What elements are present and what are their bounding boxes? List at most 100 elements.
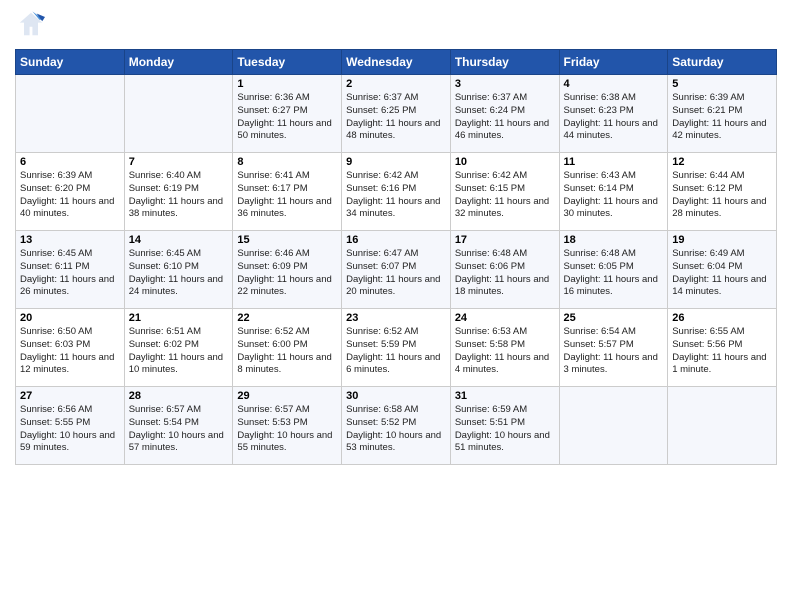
calendar-cell: 30Sunrise: 6:58 AM Sunset: 5:52 PM Dayli… xyxy=(342,387,451,465)
day-number: 11 xyxy=(564,156,664,168)
page: SundayMondayTuesdayWednesdayThursdayFrid… xyxy=(0,0,792,612)
day-info: Sunrise: 6:48 AM Sunset: 6:05 PM Dayligh… xyxy=(564,248,664,299)
calendar-cell: 24Sunrise: 6:53 AM Sunset: 5:58 PM Dayli… xyxy=(450,309,559,387)
day-info: Sunrise: 6:45 AM Sunset: 6:10 PM Dayligh… xyxy=(129,248,229,299)
weekday-header-sunday: Sunday xyxy=(16,50,125,75)
day-info: Sunrise: 6:39 AM Sunset: 6:20 PM Dayligh… xyxy=(20,170,120,221)
logo-icon xyxy=(17,10,45,38)
day-info: Sunrise: 6:36 AM Sunset: 6:27 PM Dayligh… xyxy=(237,92,337,143)
day-info: Sunrise: 6:51 AM Sunset: 6:02 PM Dayligh… xyxy=(129,326,229,377)
day-info: Sunrise: 6:41 AM Sunset: 6:17 PM Dayligh… xyxy=(237,170,337,221)
day-info: Sunrise: 6:43 AM Sunset: 6:14 PM Dayligh… xyxy=(564,170,664,221)
calendar-cell: 31 Sunrise: 6:59 AM Sunset: 5:51 PM Dayli… xyxy=(450,387,559,465)
day-number: 6 xyxy=(20,156,120,168)
day-number: 3 xyxy=(455,78,555,90)
calendar-cell: 29 Sunrise: 6:57 AM Sunset: 5:53 PM Dayli… xyxy=(233,387,342,465)
day-number: 22 xyxy=(237,312,337,324)
calendar-cell: 23 Sunrise: 6:52 AM Sunset: 5:59 PM Dayli… xyxy=(342,309,451,387)
day-info: Sunrise: 6:45 AM Sunset: 6:11 PM Dayligh… xyxy=(20,248,120,299)
calendar-cell: 14 Sunrise: 6:45 AM Sunset: 6:10 PM Dayli… xyxy=(124,231,233,309)
day-info: Sunrise: 6:46 AM Sunset: 6:09 PM Dayligh… xyxy=(237,248,337,299)
weekday-header-wednesday: Wednesday xyxy=(342,50,451,75)
day-number: 31 xyxy=(455,390,555,402)
weekday-header-thursday: Thursday xyxy=(450,50,559,75)
day-number: 5 xyxy=(672,78,772,90)
calendar-cell xyxy=(124,75,233,153)
calendar-cell: 3 Sunrise: 6:37 AM Sunset: 6:24 PM Daylig… xyxy=(450,75,559,153)
day-number: 12 xyxy=(672,156,772,168)
weekday-header-monday: Monday xyxy=(124,50,233,75)
calendar-cell xyxy=(668,387,777,465)
calendar-cell: 4 Sunrise: 6:38 AM Sunset: 6:23 PM Daylig… xyxy=(559,75,668,153)
calendar-cell: 16Sunrise: 6:47 AM Sunset: 6:07 PM Dayli… xyxy=(342,231,451,309)
calendar-cell: 28 Sunrise: 6:57 AM Sunset: 5:54 PM Dayli… xyxy=(124,387,233,465)
weekday-header-friday: Friday xyxy=(559,50,668,75)
calendar-cell: 17 Sunrise: 6:48 AM Sunset: 6:06 PM Dayli… xyxy=(450,231,559,309)
header xyxy=(15,10,777,43)
day-number: 4 xyxy=(564,78,664,90)
day-info: Sunrise: 6:53 AM Sunset: 5:58 PM Dayligh… xyxy=(455,326,555,377)
day-info: Sunrise: 6:37 AM Sunset: 6:25 PM Dayligh… xyxy=(346,92,446,143)
day-number: 25 xyxy=(564,312,664,324)
calendar-cell: 10Sunrise: 6:42 AM Sunset: 6:15 PM Dayli… xyxy=(450,153,559,231)
calendar-cell xyxy=(16,75,125,153)
calendar-header-row: SundayMondayTuesdayWednesdayThursdayFrid… xyxy=(16,50,777,75)
day-number: 19 xyxy=(672,234,772,246)
day-number: 14 xyxy=(129,234,229,246)
day-info: Sunrise: 6:37 AM Sunset: 6:24 PM Dayligh… xyxy=(455,92,555,143)
day-number: 23 xyxy=(346,312,446,324)
calendar-cell: 18 Sunrise: 6:48 AM Sunset: 6:05 PM Dayli… xyxy=(559,231,668,309)
calendar-cell: 12 Sunrise: 6:44 AM Sunset: 6:12 PM Dayli… xyxy=(668,153,777,231)
day-info: Sunrise: 6:40 AM Sunset: 6:19 PM Dayligh… xyxy=(129,170,229,221)
calendar-cell: 1 Sunrise: 6:36 AM Sunset: 6:27 PM Daylig… xyxy=(233,75,342,153)
day-number: 10 xyxy=(455,156,555,168)
calendar-week-4: 20 Sunrise: 6:50 AM Sunset: 6:03 PM Dayli… xyxy=(16,309,777,387)
day-info: Sunrise: 6:42 AM Sunset: 6:16 PM Dayligh… xyxy=(346,170,446,221)
calendar-cell: 7 Sunrise: 6:40 AM Sunset: 6:19 PM Daylig… xyxy=(124,153,233,231)
day-number: 20 xyxy=(20,312,120,324)
calendar-cell: 19 Sunrise: 6:49 AM Sunset: 6:04 PM Dayli… xyxy=(668,231,777,309)
day-number: 28 xyxy=(129,390,229,402)
calendar-cell: 8Sunrise: 6:41 AM Sunset: 6:17 PM Daylig… xyxy=(233,153,342,231)
day-info: Sunrise: 6:58 AM Sunset: 5:52 PM Dayligh… xyxy=(346,404,446,455)
day-info: Sunrise: 6:57 AM Sunset: 5:54 PM Dayligh… xyxy=(129,404,229,455)
day-info: Sunrise: 6:39 AM Sunset: 6:21 PM Dayligh… xyxy=(672,92,772,143)
day-info: Sunrise: 6:56 AM Sunset: 5:55 PM Dayligh… xyxy=(20,404,120,455)
calendar-cell: 2 Sunrise: 6:37 AM Sunset: 6:25 PM Daylig… xyxy=(342,75,451,153)
calendar-cell: 27 Sunrise: 6:56 AM Sunset: 5:55 PM Dayli… xyxy=(16,387,125,465)
day-info: Sunrise: 6:49 AM Sunset: 6:04 PM Dayligh… xyxy=(672,248,772,299)
day-number: 26 xyxy=(672,312,772,324)
day-number: 1 xyxy=(237,78,337,90)
calendar-cell: 13 Sunrise: 6:45 AM Sunset: 6:11 PM Dayli… xyxy=(16,231,125,309)
day-number: 29 xyxy=(237,390,337,402)
calendar-cell: 11 Sunrise: 6:43 AM Sunset: 6:14 PM Dayli… xyxy=(559,153,668,231)
calendar-cell: 9Sunrise: 6:42 AM Sunset: 6:16 PM Daylig… xyxy=(342,153,451,231)
calendar-week-3: 13 Sunrise: 6:45 AM Sunset: 6:11 PM Dayli… xyxy=(16,231,777,309)
calendar-week-5: 27 Sunrise: 6:56 AM Sunset: 5:55 PM Dayli… xyxy=(16,387,777,465)
calendar-week-2: 6 Sunrise: 6:39 AM Sunset: 6:20 PM Daylig… xyxy=(16,153,777,231)
day-info: Sunrise: 6:44 AM Sunset: 6:12 PM Dayligh… xyxy=(672,170,772,221)
day-info: Sunrise: 6:55 AM Sunset: 5:56 PM Dayligh… xyxy=(672,326,772,377)
day-info: Sunrise: 6:59 AM Sunset: 5:51 PM Dayligh… xyxy=(455,404,555,455)
day-number: 27 xyxy=(20,390,120,402)
day-number: 2 xyxy=(346,78,446,90)
day-info: Sunrise: 6:57 AM Sunset: 5:53 PM Dayligh… xyxy=(237,404,337,455)
calendar-cell: 6 Sunrise: 6:39 AM Sunset: 6:20 PM Daylig… xyxy=(16,153,125,231)
day-info: Sunrise: 6:50 AM Sunset: 6:03 PM Dayligh… xyxy=(20,326,120,377)
calendar-cell: 15Sunrise: 6:46 AM Sunset: 6:09 PM Dayli… xyxy=(233,231,342,309)
weekday-header-saturday: Saturday xyxy=(668,50,777,75)
day-number: 13 xyxy=(20,234,120,246)
calendar-cell: 22Sunrise: 6:52 AM Sunset: 6:00 PM Dayli… xyxy=(233,309,342,387)
logo xyxy=(15,10,45,43)
day-number: 18 xyxy=(564,234,664,246)
day-info: Sunrise: 6:47 AM Sunset: 6:07 PM Dayligh… xyxy=(346,248,446,299)
day-info: Sunrise: 6:52 AM Sunset: 5:59 PM Dayligh… xyxy=(346,326,446,377)
day-number: 7 xyxy=(129,156,229,168)
calendar-cell: 20 Sunrise: 6:50 AM Sunset: 6:03 PM Dayli… xyxy=(16,309,125,387)
calendar-table: SundayMondayTuesdayWednesdayThursdayFrid… xyxy=(15,49,777,465)
day-number: 17 xyxy=(455,234,555,246)
day-info: Sunrise: 6:38 AM Sunset: 6:23 PM Dayligh… xyxy=(564,92,664,143)
calendar-cell: 25Sunrise: 6:54 AM Sunset: 5:57 PM Dayli… xyxy=(559,309,668,387)
calendar-cell: 21Sunrise: 6:51 AM Sunset: 6:02 PM Dayli… xyxy=(124,309,233,387)
day-info: Sunrise: 6:48 AM Sunset: 6:06 PM Dayligh… xyxy=(455,248,555,299)
